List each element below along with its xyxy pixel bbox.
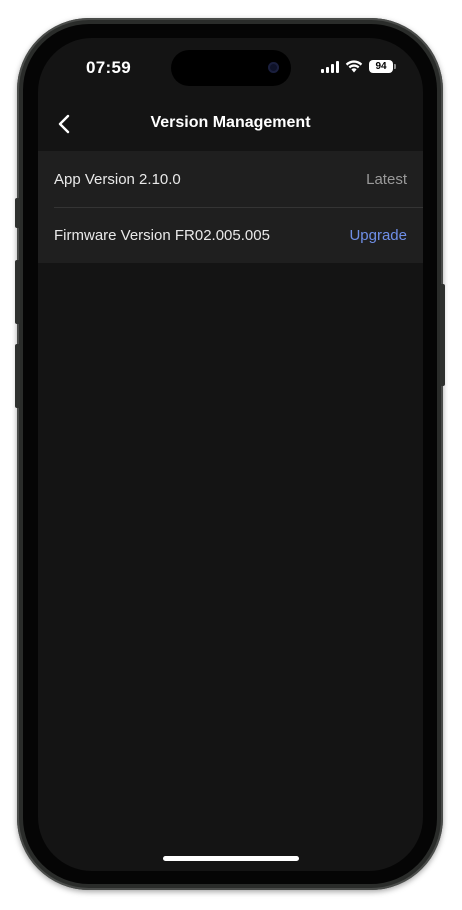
volume-down-button <box>15 344 20 408</box>
phone-screen: 07:59 94 Version Management App Version … <box>38 38 423 871</box>
action-button <box>15 198 20 228</box>
status-time: 07:59 <box>86 58 131 77</box>
app-version-status: Latest <box>366 170 407 188</box>
app-version-row: App Version 2.10.0 Latest <box>38 151 423 207</box>
navigation-bar: Version Management <box>38 104 423 144</box>
page-title: Version Management <box>150 114 311 131</box>
firmware-version-label: Firmware Version FR02.005.005 <box>54 226 270 244</box>
home-indicator[interactable] <box>163 856 299 861</box>
wifi-icon <box>345 60 363 73</box>
cellular-signal-icon <box>321 60 339 73</box>
camera-icon <box>268 62 279 73</box>
status-icons: 94 <box>321 60 396 73</box>
app-version-label: App Version 2.10.0 <box>54 170 181 188</box>
battery-icon: 94 <box>369 60 396 73</box>
power-button <box>440 284 445 386</box>
upgrade-button[interactable]: Upgrade <box>349 227 407 244</box>
version-list: App Version 2.10.0 Latest Firmware Versi… <box>38 151 423 263</box>
firmware-version-row: Firmware Version FR02.005.005 Upgrade <box>38 207 423 263</box>
volume-up-button <box>15 260 20 324</box>
dynamic-island <box>171 50 291 86</box>
